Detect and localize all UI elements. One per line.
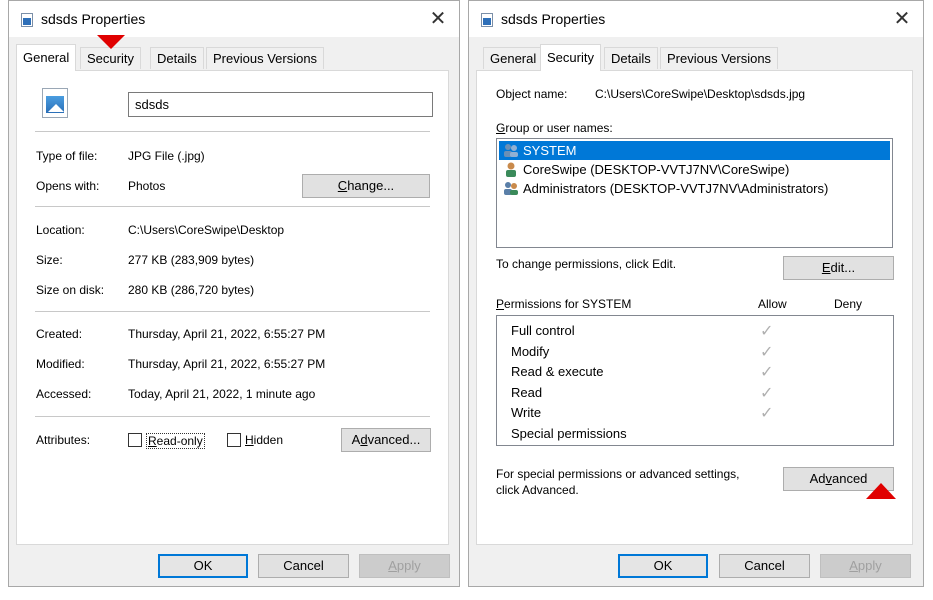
type-label: Type of file: bbox=[36, 149, 98, 163]
type-value: JPG File (.jpg) bbox=[128, 149, 205, 163]
properties-window-security: sdsds Properties ✕ General Security Deta… bbox=[468, 0, 924, 587]
tab-previous-versions[interactable]: Previous Versions bbox=[206, 47, 325, 69]
group-label: Group or user names: bbox=[496, 121, 613, 135]
object-name-value: C:\Users\CoreSwipe\Desktop\sdsds.jpg bbox=[595, 87, 806, 101]
divider bbox=[35, 311, 430, 312]
deny-header: Deny bbox=[834, 297, 863, 311]
list-item[interactable]: Administrators (DESKTOP-VVTJ7NV\Administ… bbox=[499, 179, 890, 198]
permission-name: Special permissions bbox=[511, 426, 627, 441]
readonly-label[interactable]: Read-only bbox=[146, 433, 205, 449]
apply-button[interactable]: Apply bbox=[820, 554, 911, 578]
check-icon: ✓ bbox=[760, 385, 774, 402]
permission-name: Modify bbox=[511, 344, 550, 359]
image-file-icon bbox=[21, 13, 33, 27]
user-listbox[interactable]: SYSTEM CoreSwipe (DESKTOP-VVTJ7NV\CoreSw… bbox=[496, 138, 893, 248]
created-label: Created: bbox=[36, 327, 83, 341]
location-label: Location: bbox=[36, 223, 85, 237]
tab-details[interactable]: Details bbox=[150, 47, 204, 69]
permission-name: Write bbox=[511, 405, 542, 420]
window-title: sdsds Properties bbox=[501, 11, 606, 27]
user-name: SYSTEM bbox=[523, 143, 577, 158]
check-icon: ✓ bbox=[760, 323, 774, 340]
close-button[interactable]: ✕ bbox=[423, 5, 453, 33]
image-file-icon bbox=[481, 13, 493, 27]
annotation-arrow-down bbox=[97, 35, 125, 49]
change-button[interactable]: Change... bbox=[302, 174, 430, 198]
divider bbox=[35, 131, 430, 132]
object-name-label: Object name: bbox=[496, 87, 568, 101]
list-item[interactable]: CoreSwipe (DESKTOP-VVTJ7NV\CoreSwipe) bbox=[499, 160, 890, 179]
annotation-arrow-up bbox=[866, 483, 896, 499]
cancel-button[interactable]: Cancel bbox=[719, 554, 810, 578]
tab-security[interactable]: Security bbox=[540, 44, 601, 71]
check-icon: ✓ bbox=[760, 405, 774, 422]
tab-security[interactable]: Security bbox=[80, 47, 141, 69]
modified-label: Modified: bbox=[36, 357, 85, 371]
hidden-checkbox[interactable] bbox=[227, 433, 241, 447]
size-on-disk-label: Size on disk: bbox=[36, 283, 105, 297]
tab-general[interactable]: General bbox=[483, 47, 544, 69]
properties-window-general: sdsds Properties ✕ General Security Deta… bbox=[8, 0, 460, 587]
tab-general[interactable]: General bbox=[16, 44, 77, 71]
change-permissions-text: To change permissions, click Edit. bbox=[496, 257, 677, 271]
accessed-label: Accessed: bbox=[36, 387, 92, 401]
created-value: Thursday, April 21, 2022, 6:55:27 PM bbox=[128, 327, 326, 341]
divider bbox=[35, 416, 430, 417]
size-label: Size: bbox=[36, 253, 63, 267]
special-permissions-text-1: For special permissions or advanced sett… bbox=[496, 467, 740, 481]
modified-value: Thursday, April 21, 2022, 6:55:27 PM bbox=[128, 357, 326, 371]
size-on-disk-value: 280 KB (286,720 bytes) bbox=[128, 283, 255, 297]
permission-name: Full control bbox=[511, 323, 575, 338]
readonly-checkbox[interactable] bbox=[128, 433, 142, 447]
user-group-icon bbox=[504, 144, 518, 157]
user-name: Administrators (DESKTOP-VVTJ7NV\Administ… bbox=[523, 181, 829, 196]
close-button[interactable]: ✕ bbox=[887, 5, 917, 33]
opens-with-label: Opens with: bbox=[36, 179, 100, 193]
size-value: 277 KB (283,909 bytes) bbox=[128, 253, 255, 267]
security-panel: Object name: C:\Users\CoreSwipe\Desktop\… bbox=[476, 70, 913, 545]
tab-previous-versions[interactable]: Previous Versions bbox=[660, 47, 779, 69]
special-permissions-text-2: click Advanced. bbox=[496, 483, 579, 497]
tab-details[interactable]: Details bbox=[604, 47, 658, 69]
check-icon: ✓ bbox=[760, 344, 774, 361]
user-group-icon bbox=[504, 182, 518, 195]
accessed-value: Today, April 21, 2022, 1 minute ago bbox=[128, 387, 316, 401]
hidden-label[interactable]: Hidden bbox=[245, 433, 283, 447]
permission-name: Read & execute bbox=[511, 364, 604, 379]
opens-with-value: Photos bbox=[128, 179, 166, 193]
edit-button[interactable]: Edit... bbox=[783, 256, 894, 280]
advanced-button[interactable]: Advanced... bbox=[341, 428, 431, 452]
ok-button[interactable]: OK bbox=[618, 554, 708, 578]
jpg-file-icon bbox=[42, 88, 68, 118]
check-icon: ✓ bbox=[760, 364, 774, 381]
permissions-for-label: Permissions for SYSTEM bbox=[496, 297, 632, 311]
window-title: sdsds Properties bbox=[41, 11, 146, 27]
cancel-button[interactable]: Cancel bbox=[258, 554, 349, 578]
list-item[interactable]: SYSTEM bbox=[499, 141, 890, 160]
general-panel: sdsds Type of file: JPG File (.jpg) Open… bbox=[16, 70, 449, 545]
user-name: CoreSwipe (DESKTOP-VVTJ7NV\CoreSwipe) bbox=[523, 162, 790, 177]
change-button-label: hange... bbox=[347, 178, 395, 193]
allow-header: Allow bbox=[758, 297, 787, 311]
divider bbox=[35, 206, 430, 207]
attributes-label: Attributes: bbox=[36, 433, 91, 447]
title-bar[interactable]: sdsds Properties ✕ bbox=[469, 1, 923, 37]
apply-button[interactable]: Apply bbox=[359, 554, 450, 578]
location-value: C:\Users\CoreSwipe\Desktop bbox=[128, 223, 285, 237]
filename-input[interactable]: sdsds bbox=[128, 92, 433, 117]
user-icon bbox=[506, 162, 516, 177]
ok-button[interactable]: OK bbox=[158, 554, 248, 578]
title-bar[interactable]: sdsds Properties ✕ bbox=[9, 1, 459, 37]
permissions-list: Full control ✓ Modify ✓ Read & execute ✓… bbox=[496, 315, 894, 446]
permission-name: Read bbox=[511, 385, 543, 400]
